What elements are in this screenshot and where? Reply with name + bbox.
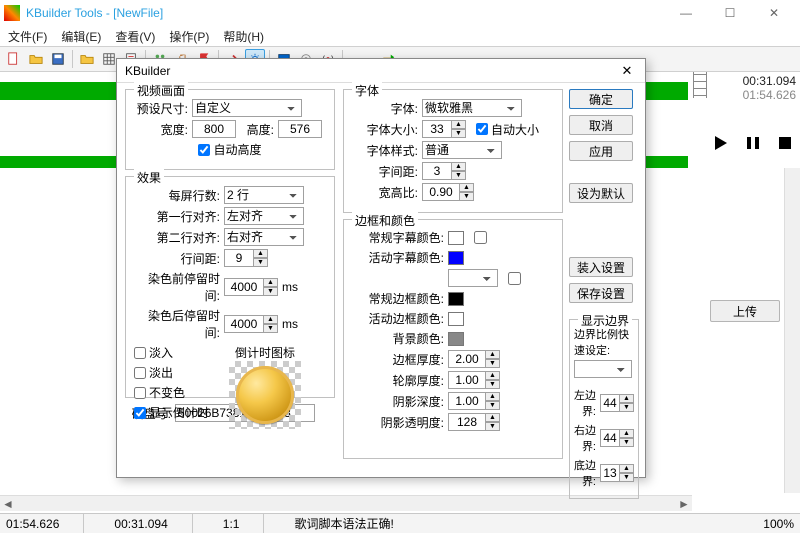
menu-help[interactable]: 帮助(H) [219, 27, 268, 46]
cancel-button[interactable]: 取消 [569, 115, 633, 135]
save-icon[interactable] [48, 49, 68, 69]
predelay-spinner[interactable]: ▲▼ [224, 278, 278, 296]
stop-button[interactable] [776, 134, 794, 152]
status-message: 歌词脚本语法正确! [294, 514, 417, 533]
kbuilder-dialog: KBuilder ✕ 视频画面 预设尺寸: 自定义 宽度: 高度: 自动高度 [116, 58, 646, 478]
align2-select[interactable]: 右对齐 [224, 228, 304, 246]
effect-legend: 效果 [134, 169, 164, 186]
load-button[interactable]: 装入设置 [569, 257, 633, 277]
open-icon[interactable] [26, 49, 46, 69]
ratio-spinner[interactable]: ▲▼ [422, 183, 474, 201]
kerning-spinner[interactable]: ▲▼ [422, 162, 466, 180]
countdown-icon-preview[interactable] [229, 361, 301, 429]
vertical-scrollbar[interactable] [784, 168, 800, 493]
app-icon [4, 5, 20, 21]
menu-file[interactable]: 文件(F) [4, 27, 51, 46]
ruler [693, 72, 707, 98]
gold-coin-icon [236, 366, 294, 424]
fadeout-checkbox[interactable]: 淡出 [134, 364, 209, 381]
scroll-right-icon[interactable]: ► [676, 497, 692, 511]
scroll-left-icon[interactable]: ◄ [0, 497, 16, 511]
activeborder-swatch[interactable] [448, 312, 464, 326]
borderthick-spinner[interactable]: ▲▼ [448, 350, 500, 368]
menu-bar: 文件(F) 编辑(E) 查看(V) 操作(P) 帮助(H) [0, 26, 800, 46]
upload-button[interactable]: 上传 [710, 300, 780, 322]
dialog-close-button[interactable]: ✕ [617, 61, 637, 81]
status-total: 01:54.626 [6, 514, 84, 533]
bottombound-spinner[interactable]: ▲▼ [600, 464, 634, 482]
nochange-checkbox[interactable]: 不变色 [134, 384, 209, 401]
status-percent: 100% [763, 517, 794, 531]
bounds-preset-select[interactable] [574, 360, 632, 378]
status-ratio: 1:1 [223, 514, 265, 533]
linespacing-spinner[interactable]: ▲▼ [224, 249, 268, 267]
pause-button[interactable] [744, 134, 762, 152]
width-input[interactable] [192, 120, 236, 138]
effect-group: 效果 每屏行数:2 行 第一行对齐:左对齐 第二行对齐:右对齐 行间距: ▲▼ … [125, 176, 335, 398]
normborder-swatch[interactable] [448, 292, 464, 306]
height-input[interactable] [278, 120, 322, 138]
folder-icon[interactable] [77, 49, 97, 69]
leftbound-spinner[interactable]: ▲▼ [600, 394, 634, 412]
time-current: 00:31.094 [706, 72, 796, 88]
font-group: 字体 字体:微软雅黑 字体大小: ▲▼ 自动大小 字体样式:普通 字间距:▲▼ … [343, 89, 563, 213]
close-button[interactable]: ✕ [752, 0, 796, 26]
video-legend: 视频画面 [134, 82, 188, 99]
activecolor-swatch[interactable] [448, 251, 464, 265]
dialog-title: KBuilder [125, 64, 617, 78]
activecolor-select[interactable] [448, 269, 498, 287]
activecolor-checkbox[interactable] [508, 272, 521, 285]
menu-view[interactable]: 查看(V) [111, 27, 159, 46]
status-current: 00:31.094 [114, 514, 192, 533]
maximize-button[interactable]: ☐ [708, 0, 752, 26]
ok-button[interactable]: 确定 [569, 89, 633, 109]
preset-select[interactable]: 自定义 [192, 99, 302, 117]
menu-edit[interactable]: 编辑(E) [57, 27, 105, 46]
cdicon-label: 倒计时图标 [229, 344, 301, 361]
rightbound-spinner[interactable]: ▲▼ [600, 429, 634, 447]
preset-label: 预设尺寸: [134, 100, 188, 117]
status-bar: 01:54.626 00:31.094 1:1 歌词脚本语法正确! 100% [0, 513, 800, 533]
autosize-checkbox[interactable]: 自动大小 [476, 121, 539, 138]
minimize-button[interactable]: — [664, 0, 708, 26]
lines-select[interactable]: 2 行 [224, 186, 304, 204]
apply-button[interactable]: 应用 [569, 141, 633, 161]
bounds-group: 显示边界 边界比例快速设定: 左边界:▲▼ 右边界:▲▼ 底边界:▲▼ [569, 319, 639, 499]
align1-select[interactable]: 左对齐 [224, 207, 304, 225]
savecfg-button[interactable]: 保存设置 [569, 283, 633, 303]
fontsize-spinner[interactable]: ▲▼ [422, 120, 466, 138]
fadein-checkbox[interactable]: 淡入 [134, 344, 209, 361]
showcd-checkbox[interactable]: 显示倒计时 [134, 404, 209, 421]
video-group: 视频画面 预设尺寸: 自定义 宽度: 高度: 自动高度 [125, 89, 335, 170]
default-button[interactable]: 设为默认 [569, 183, 633, 203]
shadowdepth-spinner[interactable]: ▲▼ [448, 392, 500, 410]
window-title: KBuilder Tools - [NewFile] [26, 6, 664, 20]
fontstyle-select[interactable]: 普通 [422, 141, 502, 159]
normcolor-swatch[interactable] [448, 231, 464, 245]
font-select[interactable]: 微软雅黑 [422, 99, 522, 117]
menu-action[interactable]: 操作(P) [165, 27, 213, 46]
border-group: 边框和颜色 常规字幕颜色: 活动字幕颜色: 常规边框颜色: 活动边框颜色: 背景… [343, 219, 563, 459]
new-icon[interactable] [4, 49, 24, 69]
height-label: 高度: [240, 121, 274, 138]
width-label: 宽度: [134, 121, 188, 138]
shadowopacity-spinner[interactable]: ▲▼ [448, 413, 500, 431]
postdelay-spinner[interactable]: ▲▼ [224, 315, 278, 333]
time-total: 01:54.626 [706, 88, 796, 102]
outlinethick-spinner[interactable]: ▲▼ [448, 371, 500, 389]
autoheight-checkbox[interactable]: 自动高度 [198, 141, 261, 158]
normcolor-checkbox[interactable] [474, 231, 487, 244]
bgcolor-swatch[interactable] [448, 332, 464, 346]
play-button[interactable] [712, 134, 730, 152]
